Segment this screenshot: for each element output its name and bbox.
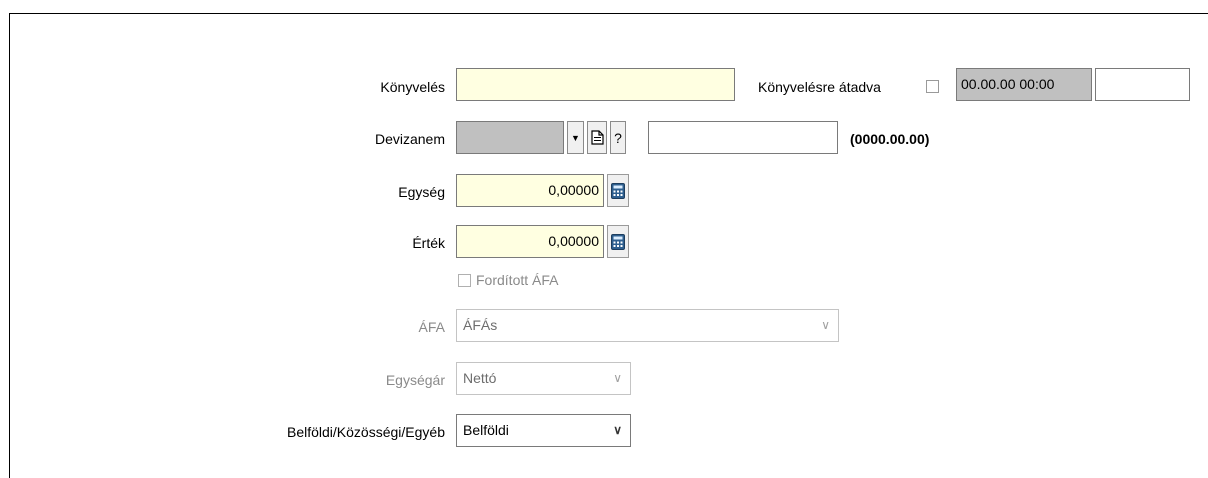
forditott-afa-checkbox[interactable]: [458, 274, 471, 287]
egyseg-label: Egység: [398, 184, 445, 200]
konyvelesre-atadva-label: Könyvelésre átadva: [758, 79, 881, 95]
ertek-label: Érték: [412, 235, 445, 251]
belfoldi-label: Belföldi/Közösségi/Egyéb: [287, 424, 445, 440]
konyvelesre-atadva-datetime: 00.00.00 00:00: [956, 68, 1092, 101]
chevron-down-icon: ∨: [613, 423, 622, 437]
belfoldi-select[interactable]: Belföldi ∨: [456, 414, 631, 447]
egyseg-calculator-button[interactable]: [607, 174, 629, 207]
devizanem-date-text: (0000.00.00): [850, 131, 930, 147]
ertek-input[interactable]: 0,00000: [456, 225, 604, 258]
afa-select-value: ÁFÁs: [463, 317, 498, 333]
egysegar-label: Egységár: [385, 372, 445, 388]
devizanem-combo[interactable]: [456, 121, 564, 154]
ertek-calculator-button[interactable]: [607, 225, 629, 258]
chevron-down-icon: ∨: [821, 318, 830, 332]
belfoldi-select-value: Belföldi: [463, 422, 509, 438]
forditott-afa-label: Fordított ÁFA: [476, 272, 559, 288]
devizanem-field[interactable]: [648, 121, 838, 154]
konyveles-label: Könyvelés: [380, 79, 445, 95]
egysegar-select-value: Nettó: [463, 370, 497, 386]
calculator-icon: [611, 233, 625, 250]
calculator-icon: [611, 182, 625, 199]
document-icon: [590, 130, 604, 145]
konyveles-input[interactable]: [456, 68, 735, 101]
egyseg-input[interactable]: 0,00000: [456, 174, 604, 207]
devizanem-help-button[interactable]: ?: [610, 121, 626, 154]
caret-down-icon: ▼: [571, 132, 580, 143]
devizanem-document-button[interactable]: [587, 121, 607, 154]
konyvelesre-atadva-checkbox[interactable]: [926, 80, 939, 93]
devizanem-dropdown-button[interactable]: ▼: [567, 121, 584, 154]
chevron-down-icon: ∨: [613, 371, 622, 385]
konyvelesre-atadva-extra-field[interactable]: [1095, 68, 1190, 101]
devizanem-label: Devizanem: [374, 131, 445, 147]
afa-select[interactable]: ÁFÁs ∨: [456, 309, 839, 342]
egysegar-select[interactable]: Nettó ∨: [456, 362, 631, 395]
afa-label: ÁFA: [418, 319, 445, 335]
